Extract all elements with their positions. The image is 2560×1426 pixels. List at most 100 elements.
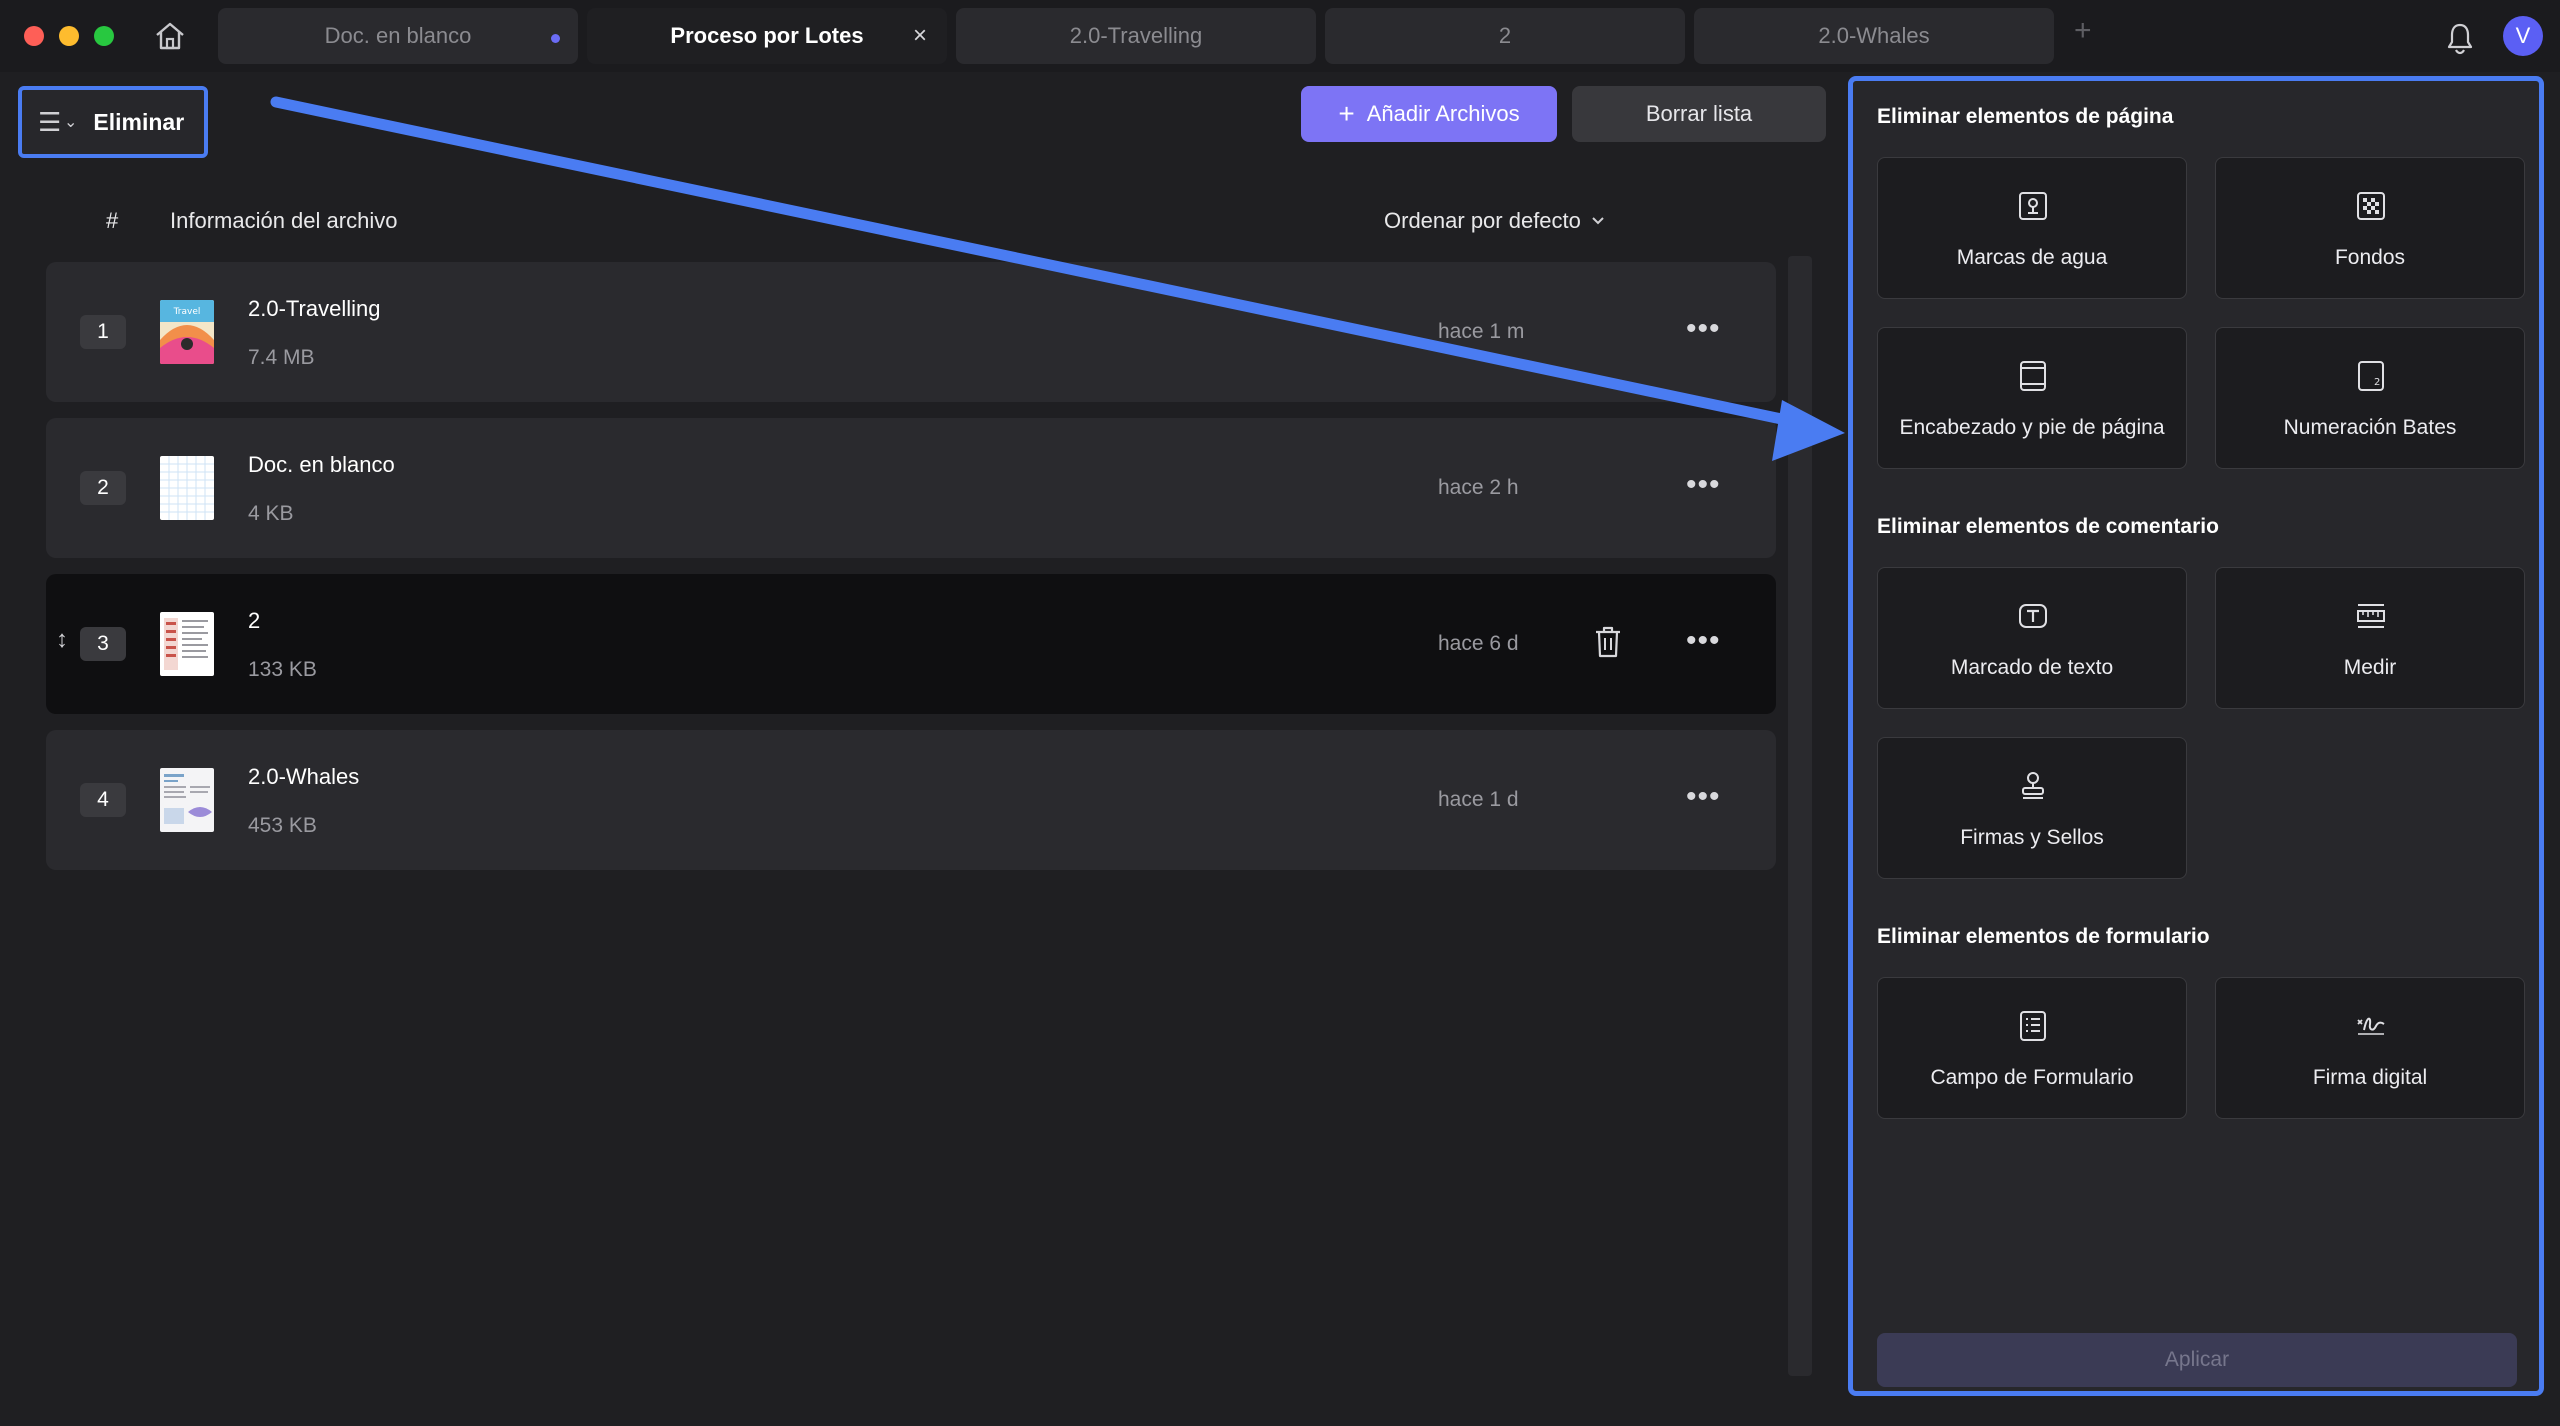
card-label: Marcado de texto: [1950, 656, 2114, 679]
close-window-button[interactable]: [24, 26, 44, 46]
tab-doc-en-blanco[interactable]: Doc. en blanco: [218, 8, 578, 64]
file-row[interactable]: 2 Doc. en blanco 4 KB hace 2 h •••: [46, 418, 1776, 558]
remove-options-panel: Eliminar elementos de página Marcas de a…: [1848, 76, 2544, 1396]
card-label: Fondos: [2334, 246, 2406, 269]
list-header: # Información del archivo Ordenar por de…: [0, 192, 1800, 252]
title-bar: Doc. en blanco Proceso por Lotes × 2.0-T…: [0, 0, 2560, 72]
header-footer-option[interactable]: Encabezado y pie de página: [1877, 327, 2187, 469]
file-row[interactable]: ↕ 3 2 133 KB hace 6 d •••: [46, 574, 1776, 714]
plus-icon: +: [1338, 98, 1355, 129]
card-label: Medir: [2343, 656, 2397, 679]
text-markup-icon: [2019, 604, 2047, 628]
chevron-down-icon: ⌄: [64, 114, 78, 131]
backgrounds-option[interactable]: Fondos: [2215, 157, 2525, 299]
sort-dropdown[interactable]: Ordenar por defecto: [1384, 208, 1605, 234]
clear-list-label: Borrar lista: [1645, 101, 1753, 126]
maximize-window-button[interactable]: [94, 26, 114, 46]
tab-2[interactable]: 2: [1325, 8, 1685, 64]
signature-icon: [2357, 1017, 2385, 1035]
menu-icon: ☰: [38, 106, 62, 137]
tab-label: 2.0-Travelling: [1069, 23, 1203, 48]
home-icon[interactable]: [148, 16, 192, 56]
file-name: 2: [248, 608, 261, 633]
tab-label: Doc. en blanco: [324, 23, 472, 48]
file-list-pane: ☰ ⌄ Eliminar + Añadir Archivos Borrar li…: [0, 72, 1840, 1426]
minimize-window-button[interactable]: [59, 26, 79, 46]
file-size: 133 KB: [248, 658, 317, 681]
svg-text:Travel: Travel: [173, 307, 201, 317]
mode-label: Eliminar: [93, 108, 185, 135]
card-label: Numeración Bates: [2283, 416, 2457, 439]
column-file-info: Información del archivo: [170, 208, 398, 233]
section-title-form: Eliminar elementos de formulario: [1877, 925, 2210, 948]
signatures-stamps-option[interactable]: Firmas y Sellos: [1877, 737, 2187, 879]
clear-list-button[interactable]: Borrar lista: [1572, 86, 1826, 142]
bell-icon[interactable]: [2440, 18, 2480, 58]
card-label: Firmas y Sellos: [1960, 826, 2104, 849]
tab-label: Proceso por Lotes: [670, 23, 864, 48]
measure-option[interactable]: Medir: [2215, 567, 2525, 709]
row-number: 3: [80, 627, 126, 661]
watermark-icon: [2019, 192, 2047, 220]
more-options-icon[interactable]: •••: [1686, 312, 1721, 346]
column-index: #: [106, 208, 119, 233]
bates-number-icon: 2: [2358, 361, 2384, 391]
apply-button[interactable]: Aplicar: [1877, 1333, 2517, 1387]
file-size: 453 KB: [248, 814, 317, 837]
file-name: 2.0-Travelling: [248, 296, 381, 321]
file-row[interactable]: 1 Travel 2.0-Travelling 7.4 MB hace 1 m …: [46, 262, 1776, 402]
card-label: Firma digital: [2312, 1066, 2428, 1089]
trash-icon[interactable]: [1592, 624, 1624, 665]
watermarks-option[interactable]: Marcas de agua: [1877, 157, 2187, 299]
avatar[interactable]: V: [2503, 16, 2543, 56]
card-label: Marcas de agua: [1956, 246, 2108, 269]
file-thumbnail: [160, 612, 214, 676]
row-number: 4: [80, 783, 126, 817]
card-label: Campo de Formulario: [1930, 1066, 2134, 1089]
form-field-option[interactable]: Campo de Formulario: [1877, 977, 2187, 1119]
apply-label: Aplicar: [2164, 1348, 2230, 1371]
file-time: hace 2 h: [1438, 476, 1519, 499]
chevron-down-icon: [1592, 217, 1604, 225]
file-size: 7.4 MB: [248, 346, 315, 369]
file-time: hace 6 d: [1438, 632, 1519, 655]
row-number: 1: [80, 315, 126, 349]
add-files-label: Añadir Archivos: [1366, 101, 1520, 126]
more-options-icon[interactable]: •••: [1686, 624, 1721, 658]
tab-label: 2: [1498, 23, 1512, 48]
more-options-icon[interactable]: •••: [1686, 780, 1721, 814]
ruler-icon: [2357, 604, 2385, 628]
file-name: 2.0-Whales: [248, 764, 360, 789]
unsaved-dot-icon: [551, 34, 560, 43]
section-title-comment: Eliminar elementos de comentario: [1877, 515, 2219, 538]
text-markup-option[interactable]: Marcado de texto: [1877, 567, 2187, 709]
row-number: 2: [80, 471, 126, 505]
file-size: 4 KB: [248, 502, 294, 525]
add-files-button[interactable]: + Añadir Archivos: [1301, 86, 1557, 142]
digital-signature-option[interactable]: Firma digital: [2215, 977, 2525, 1119]
scrollbar[interactable]: [1788, 256, 1812, 1376]
close-tab-icon[interactable]: ×: [913, 22, 927, 50]
stamp-icon: [2022, 772, 2044, 799]
file-thumbnail: Travel: [160, 300, 214, 364]
header-footer-icon: [2020, 361, 2046, 391]
svg-text:2: 2: [2374, 377, 2380, 388]
tab-proceso-por-lotes[interactable]: Proceso por Lotes ×: [587, 8, 947, 64]
form-field-icon: [2020, 1011, 2046, 1041]
tab-whales[interactable]: 2.0-Whales: [1694, 8, 2054, 64]
bates-numbering-option[interactable]: 2 Numeración Bates: [2215, 327, 2525, 469]
drag-handle-icon[interactable]: ↕: [56, 626, 68, 654]
file-thumbnail: [160, 456, 214, 520]
file-row[interactable]: 4 2.0-Whales 453 KB hace 1 d •••: [46, 730, 1776, 870]
tab-label: 2.0-Whales: [1818, 23, 1930, 48]
mode-menu-button[interactable]: ☰ ⌄ Eliminar: [18, 86, 208, 158]
more-options-icon[interactable]: •••: [1686, 468, 1721, 502]
file-thumbnail: [160, 768, 214, 832]
card-label: Encabezado y pie de página: [1899, 416, 2165, 439]
tab-travelling[interactable]: 2.0-Travelling: [956, 8, 1316, 64]
file-time: hace 1 d: [1438, 788, 1519, 811]
add-tab-icon[interactable]: +: [2074, 14, 2092, 48]
sort-label: Ordenar por defecto: [1384, 208, 1581, 233]
file-name: Doc. en blanco: [248, 452, 395, 477]
section-title-page: Eliminar elementos de página: [1877, 105, 2174, 128]
